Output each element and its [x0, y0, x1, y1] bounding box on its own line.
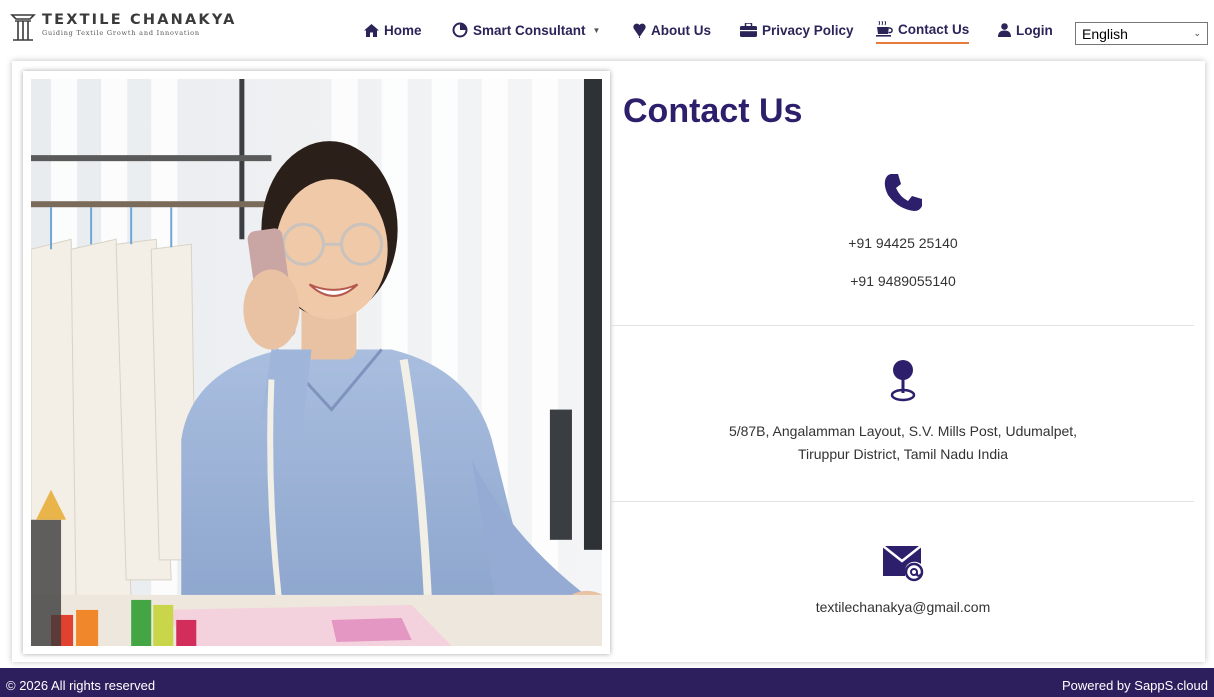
envelope-at-icon [882, 545, 924, 582]
map-pin-icon [890, 360, 916, 402]
spool-logo-icon [10, 14, 36, 41]
chevron-down-icon: ⌄ [1193, 28, 1201, 38]
contact-card: Contact Us +91 94425 25140 +91 948905514… [12, 61, 1205, 662]
brand-tagline: Guiding Textile Growth and Innovation [42, 29, 200, 37]
pie-chart-icon [452, 22, 468, 38]
brand-name: TEXTILE CHANAKYA [42, 12, 237, 28]
language-selected-value: English [1082, 25, 1128, 42]
powered-by-link[interactable]: Powered by SappS.cloud [1062, 678, 1208, 693]
section-divider [612, 501, 1194, 502]
nav-privacy[interactable]: Privacy Policy [740, 16, 854, 44]
nav-home[interactable]: Home [364, 16, 422, 44]
address-line-2: Tiruppur District, Tamil Nadu India [797, 446, 1009, 462]
nav-about-label: About Us [651, 22, 711, 38]
user-icon [998, 23, 1011, 37]
heart-icon [633, 23, 646, 38]
phone-number-1[interactable]: +91 94425 25140 [612, 233, 1194, 253]
nav-home-label: Home [384, 22, 422, 38]
nav-smart-consultant-label: Smart Consultant [473, 22, 586, 38]
brand-logo[interactable]: TEXTILE CHANAKYA Guiding Textile Growth … [10, 12, 237, 42]
section-divider [612, 325, 1194, 326]
navbar: TEXTILE CHANAKYA Guiding Textile Growth … [0, 0, 1214, 56]
nav-smart-consultant[interactable]: Smart Consultant ▼ [452, 16, 600, 44]
caret-down-icon: ▼ [592, 25, 601, 35]
nav-contact-label: Contact Us [898, 21, 970, 37]
phone-section: +91 94425 25140 +91 9489055140 [612, 171, 1194, 291]
briefcase-icon [740, 23, 757, 37]
language-select[interactable]: English ⌄ [1075, 22, 1208, 45]
nav-privacy-label: Privacy Policy [762, 22, 854, 38]
phone-number-2[interactable]: +91 9489055140 [612, 271, 1194, 291]
coffee-cup-icon [876, 21, 893, 37]
footer: © 2026 All rights reserved Powered by Sa… [0, 668, 1214, 697]
email-address[interactable]: textilechanakya@gmail.com [612, 597, 1194, 617]
photo-frame [23, 71, 610, 654]
nav-about[interactable]: About Us [633, 16, 711, 44]
nav-login-label: Login [1016, 22, 1053, 38]
home-icon [364, 23, 379, 37]
woman-on-phone-photo [31, 79, 602, 646]
copyright-text: © 2026 All rights reserved [6, 678, 156, 693]
page-title: Contact Us [623, 92, 803, 130]
phone-icon [884, 174, 922, 211]
nav-login[interactable]: Login [998, 16, 1053, 44]
address-line-1: 5/87B, Angalamman Layout, S.V. Mills Pos… [728, 423, 1078, 439]
address-section: 5/87B, Angalamman Layout, S.V. Mills Pos… [612, 359, 1194, 464]
email-section: textilechanakya@gmail.com [612, 544, 1194, 617]
nav-contact[interactable]: Contact Us [876, 16, 970, 44]
